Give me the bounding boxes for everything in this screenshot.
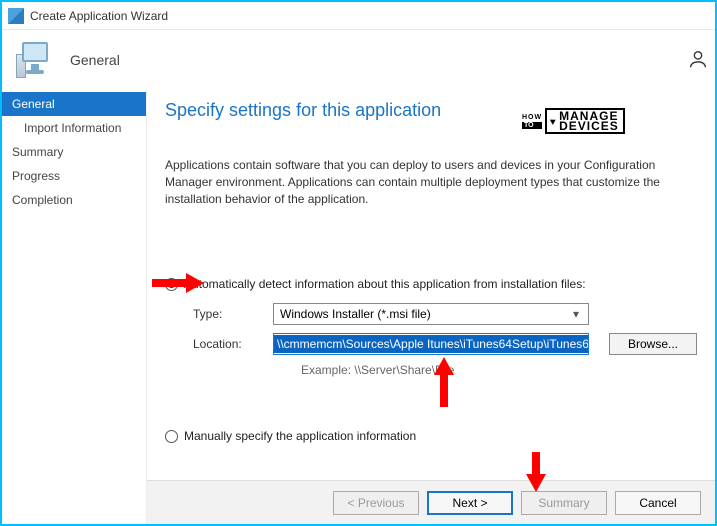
sidebar-item-progress[interactable]: Progress [2, 164, 146, 188]
wizard-footer: < Previous Next > Summary Cancel [147, 480, 715, 524]
chevron-down-icon: ▾ [568, 307, 584, 321]
window-title: Create Application Wizard [30, 9, 168, 23]
computer-icon [16, 40, 56, 80]
sidebar-item-label: Import Information [24, 121, 121, 135]
sidebar-item-general[interactable]: General [2, 92, 146, 116]
summary-button: Summary [521, 491, 607, 515]
radio-icon [165, 430, 178, 443]
cancel-button[interactable]: Cancel [615, 491, 701, 515]
wizard-header: General [2, 30, 715, 90]
wizard-main: Specify settings for this application Ap… [147, 90, 715, 524]
type-label: Type: [193, 307, 273, 321]
user-icon [687, 48, 709, 73]
type-select[interactable]: Windows Installer (*.msi file) ▾ [273, 303, 589, 325]
radio-auto-label: Automatically detect information about t… [184, 277, 586, 291]
sidebar-item-label: General [12, 97, 55, 111]
wizard-sidebar: General Import Information Summary Progr… [2, 90, 147, 524]
radio-manual-label: Manually specify the application informa… [184, 429, 416, 443]
sidebar-item-label: Progress [12, 169, 60, 183]
browse-button[interactable]: Browse... [609, 333, 697, 355]
radio-manual[interactable]: Manually specify the application informa… [165, 429, 697, 443]
radio-auto-detect[interactable]: Automatically detect information about t… [165, 277, 697, 291]
sidebar-item-import-information[interactable]: Import Information [2, 116, 146, 140]
location-value: \\cmmemcm\Sources\Apple Itunes\iTunes64S… [274, 335, 589, 353]
sidebar-item-label: Completion [12, 193, 73, 207]
app-icon [8, 8, 24, 24]
sidebar-item-summary[interactable]: Summary [2, 140, 146, 164]
header-title: General [70, 52, 120, 68]
next-button[interactable]: Next > [427, 491, 513, 515]
location-input[interactable]: \\cmmemcm\Sources\Apple Itunes\iTunes64S… [273, 333, 589, 355]
titlebar: Create Application Wizard [2, 2, 715, 30]
location-label: Location: [193, 337, 273, 351]
sidebar-item-label: Summary [12, 145, 63, 159]
watermark-logo: HOW TO MANAGE DEVICES [522, 108, 606, 134]
type-value: Windows Installer (*.msi file) [280, 307, 431, 321]
previous-button: < Previous [333, 491, 419, 515]
page-description: Applications contain software that you c… [165, 157, 697, 207]
radio-icon [165, 278, 178, 291]
sidebar-item-completion[interactable]: Completion [2, 188, 146, 212]
example-text: Example: \\Server\Share\File [301, 363, 697, 377]
